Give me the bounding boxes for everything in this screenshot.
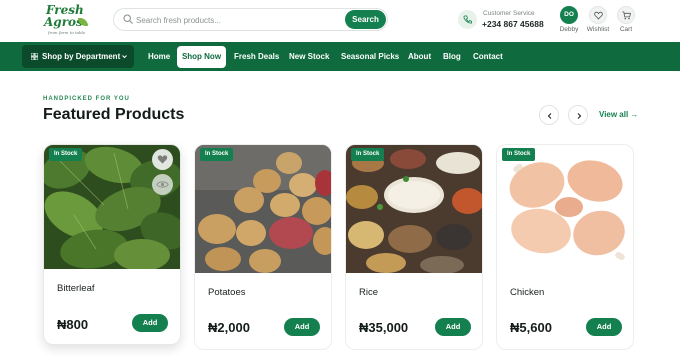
grid-icon: [31, 53, 38, 60]
rice-photo[interactable]: [346, 145, 482, 273]
cart-label: Cart: [619, 26, 633, 33]
site-header: Fresh Agros from farm to table Search Cu…: [0, 0, 680, 42]
product-card-potatoes[interactable]: In Stock Potatoes ₦2,000 Add: [194, 144, 332, 350]
product-price: ₦35,000: [359, 320, 409, 335]
add-to-cart-button[interactable]: Add: [284, 318, 320, 336]
in-stock-badge: In Stock: [351, 148, 385, 161]
search-button[interactable]: Search: [345, 10, 386, 29]
nav-contact[interactable]: Contact: [473, 52, 503, 61]
customer-service-phone[interactable]: +234 867 45688: [482, 19, 544, 29]
add-to-cart-button[interactable]: Add: [435, 318, 471, 336]
main-nav: Shop by Department Home Shop Now Fresh D…: [0, 42, 680, 71]
wishlist-link[interactable]: Wishlist: [585, 6, 611, 33]
eye-icon[interactable]: [152, 174, 173, 195]
brand-tagline: from farm to table: [48, 30, 86, 35]
in-stock-badge: In Stock: [502, 148, 536, 161]
search-icon: [123, 14, 133, 24]
product-price: ₦2,000: [208, 320, 250, 335]
product-name[interactable]: Rice: [359, 287, 378, 298]
in-stock-badge: In Stock: [200, 148, 234, 161]
nav-about[interactable]: About: [408, 52, 431, 61]
product-card-bitterleaf[interactable]: In Stock Bitterleaf ₦800 Add: [43, 144, 181, 345]
product-name[interactable]: Bitterleaf: [57, 283, 95, 294]
nav-home[interactable]: Home: [148, 52, 170, 61]
carousel-prev-button[interactable]: [539, 105, 559, 125]
phone-icon[interactable]: [458, 10, 477, 29]
cart-link[interactable]: Cart: [613, 6, 639, 33]
carousel-next-button[interactable]: [568, 105, 588, 125]
add-to-cart-button[interactable]: Add: [586, 318, 622, 336]
product-name[interactable]: Chicken: [510, 287, 544, 298]
cart-icon[interactable]: [617, 6, 635, 24]
section-title: Featured Products: [43, 106, 185, 123]
view-all-link[interactable]: View all →: [599, 110, 638, 119]
nav-shop-now[interactable]: Shop Now: [177, 46, 226, 68]
brand-logo[interactable]: Fresh Agros from farm to table: [44, 4, 92, 38]
search-bar: Search: [113, 8, 388, 31]
customer-service-label: Customer Service: [483, 10, 535, 17]
in-stock-badge: In Stock: [49, 148, 83, 161]
potatoes-photo[interactable]: [195, 145, 331, 273]
chevron-left-icon: [547, 113, 552, 119]
wishlist-label: Wishlist: [586, 26, 610, 33]
chicken-photo[interactable]: [497, 145, 633, 273]
product-price: ₦800: [57, 317, 89, 332]
account-menu[interactable]: DO Debby: [556, 6, 582, 33]
department-label: Shop by Department: [42, 52, 121, 61]
section-eyebrow: HANDPICKED FOR YOU: [43, 96, 130, 102]
chevron-down-icon: [122, 55, 127, 59]
brand-line2: Agros: [44, 15, 83, 29]
product-price: ₦5,600: [510, 320, 552, 335]
heart-icon[interactable]: [152, 149, 173, 170]
nav-new-stock[interactable]: New Stock: [289, 52, 329, 61]
nav-seasonal-picks[interactable]: Seasonal Picks: [341, 52, 399, 61]
nav-blog[interactable]: Blog: [443, 52, 461, 61]
search-input[interactable]: [136, 12, 336, 28]
add-to-cart-button[interactable]: Add: [132, 314, 168, 332]
shop-by-department-button[interactable]: Shop by Department: [22, 45, 134, 68]
nav-fresh-deals[interactable]: Fresh Deals: [234, 52, 279, 61]
avatar[interactable]: DO: [560, 6, 578, 24]
product-card-chicken[interactable]: In Stock Chicken ₦5,600 Add: [496, 144, 634, 350]
product-card-rice[interactable]: In Stock Rice ₦35,000 Add: [345, 144, 483, 350]
product-name[interactable]: Potatoes: [208, 287, 246, 298]
heart-icon[interactable]: [589, 6, 607, 24]
chevron-right-icon: [577, 113, 582, 119]
account-name: Debby: [559, 26, 579, 33]
